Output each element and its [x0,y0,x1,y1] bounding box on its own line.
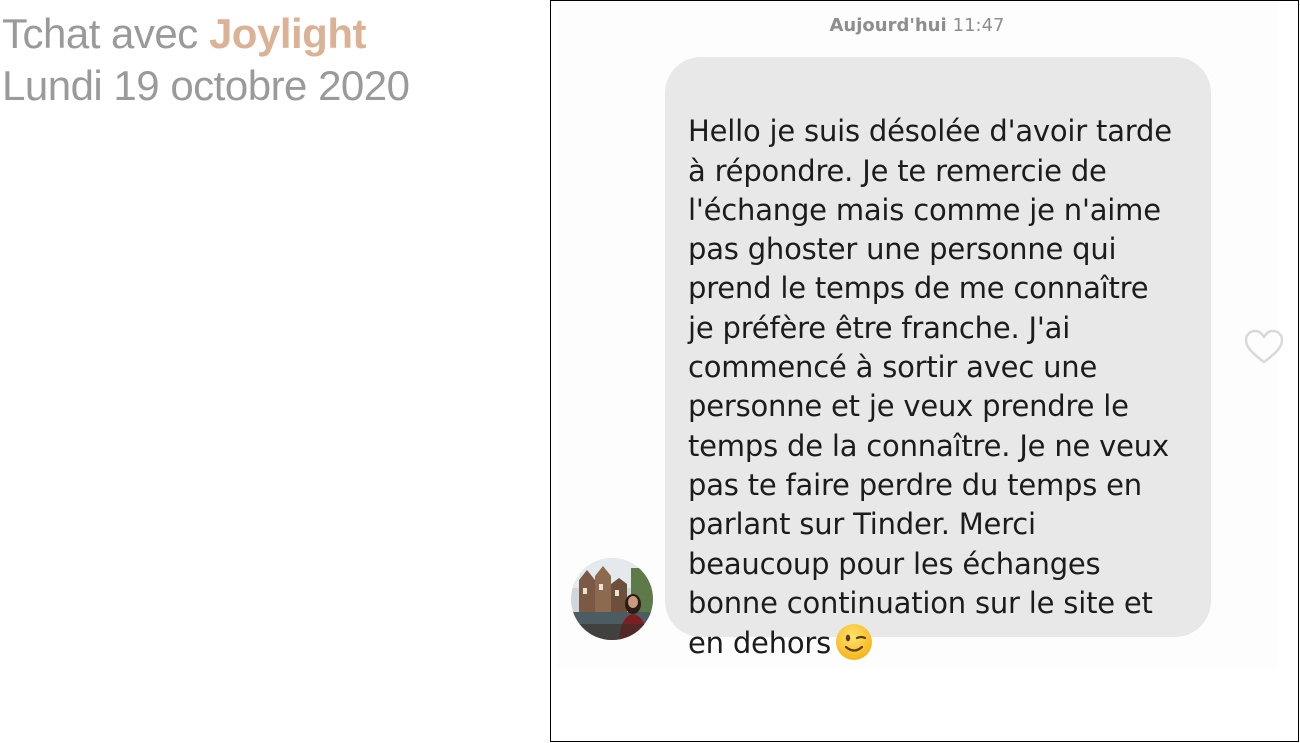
chat-title: Tchat avec Joylight [2,8,410,60]
chat-window: Aujourd'hui 11:47 Hello je suis désolée … [550,0,1299,742]
chat-title-prefix: Tchat avec [2,10,209,57]
contact-avatar[interactable] [571,558,653,640]
message-timestamp: Aujourd'hui 11:47 [557,15,1277,36]
chat-heading: Tchat avec Joylight Lundi 19 octobre 202… [2,8,410,112]
timestamp-time: 11:47 [952,15,1005,36]
heart-outline-icon[interactable] [1244,329,1284,365]
avatar-photo [571,558,653,640]
timestamp-day: Aujourd'hui [829,15,947,36]
chat-conversation: Aujourd'hui 11:47 Hello je suis désolée … [557,1,1284,669]
message-text: Hello je suis désolée d'avoir tarde à ré… [688,114,1172,661]
message-bubble[interactable]: Hello je suis désolée d'avoir tarde à ré… [665,57,1211,661]
chat-date: Lundi 19 octobre 2020 [2,62,410,109]
contact-name: Joylight [208,10,367,57]
winking-face-icon [836,624,873,661]
